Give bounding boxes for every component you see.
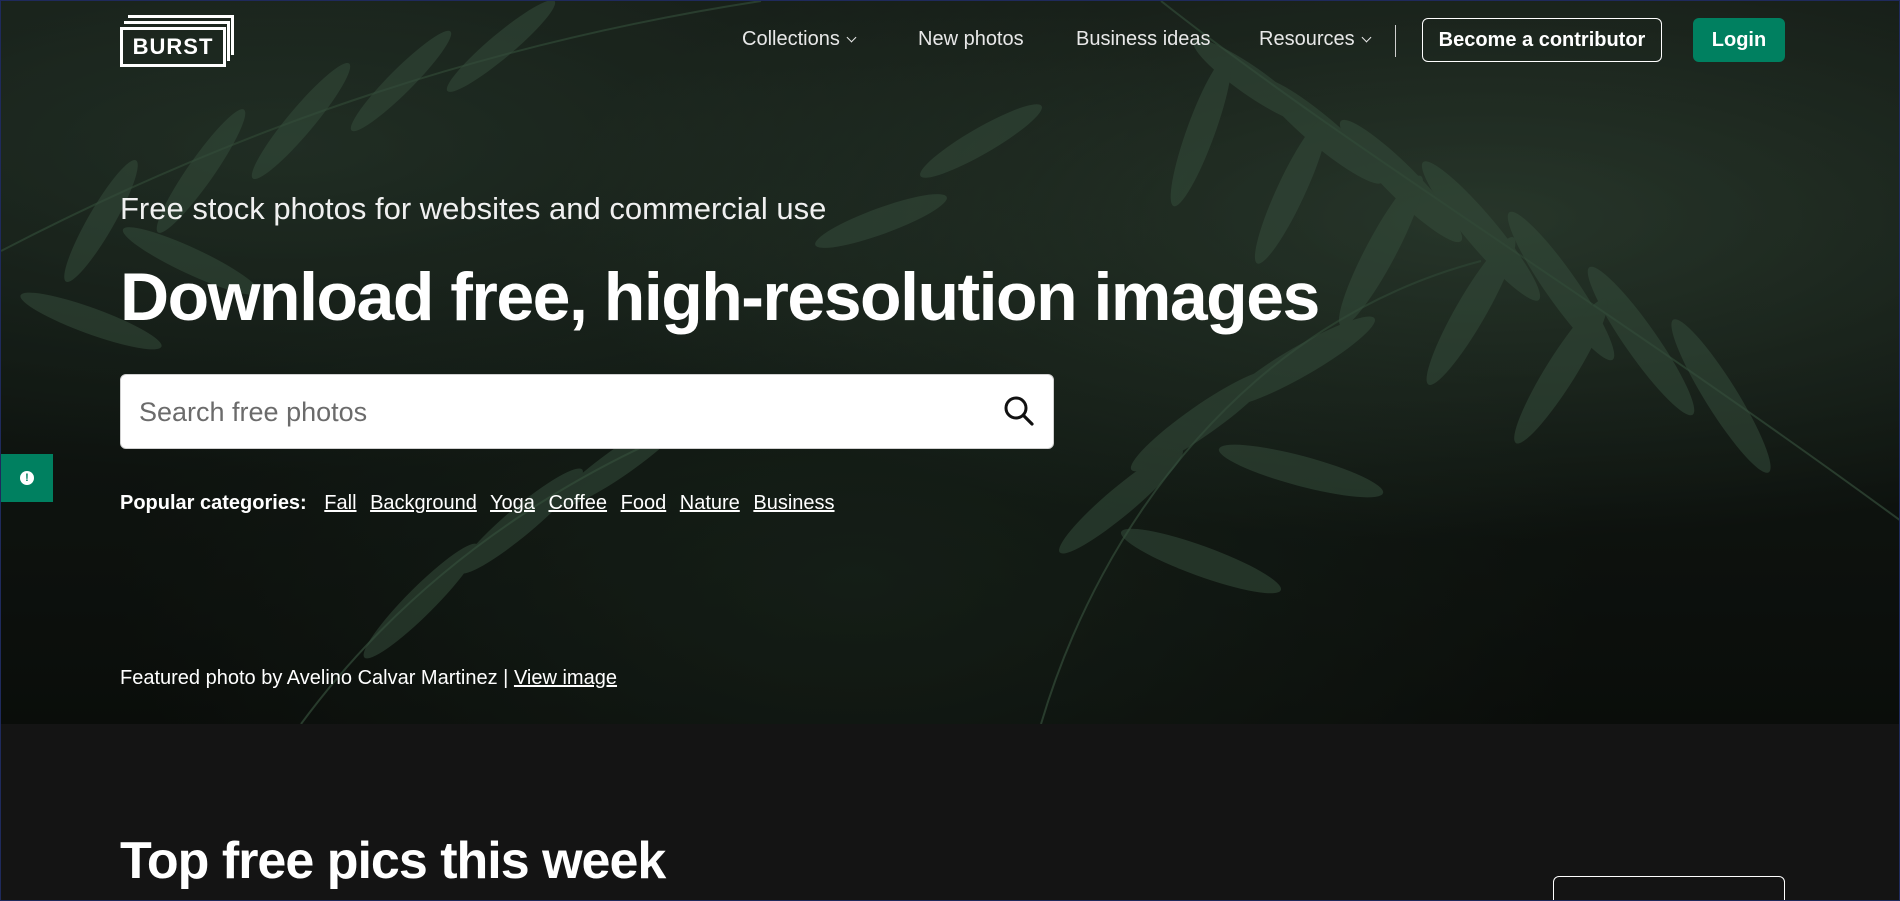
category-link-business[interactable]: Business [753, 492, 834, 514]
featured-photo-credit: Featured photo by Avelino Calvar Martine… [120, 667, 617, 690]
nav-resources[interactable]: Resources [1259, 28, 1372, 51]
page: BURST Collections New photos Business id… [0, 0, 1900, 901]
chevron-down-icon [1361, 32, 1372, 43]
search-bar [120, 374, 1054, 450]
category-link-background[interactable]: Background [370, 492, 477, 514]
logo-text: BURST [120, 27, 226, 67]
burst-logo[interactable]: BURST [120, 15, 236, 67]
category-link-nature[interactable]: Nature [680, 492, 740, 514]
nav-resources-label: Resources [1259, 28, 1355, 50]
category-link-yoga[interactable]: Yoga [490, 492, 535, 514]
hero-subtitle: Free stock photos for websites and comme… [120, 191, 827, 226]
nav-new-photos[interactable]: New photos [918, 28, 1024, 51]
nav-business-ideas[interactable]: Business ideas [1076, 28, 1211, 51]
nav-divider [1395, 25, 1396, 57]
category-link-food[interactable]: Food [621, 492, 667, 514]
featured-credit-text: Featured photo by Avelino Calvar Martine… [120, 667, 509, 689]
nav-collections-label: Collections [742, 28, 840, 50]
category-link-coffee[interactable]: Coffee [548, 492, 607, 514]
search-input[interactable] [137, 375, 971, 450]
view-image-link[interactable]: View image [514, 667, 617, 689]
nav-collections[interactable]: Collections [742, 28, 857, 51]
popular-categories: Popular categories: Fall Background Yoga… [120, 492, 843, 515]
category-link-fall[interactable]: Fall [324, 492, 356, 514]
feedback-tab[interactable]: ! [1, 454, 53, 502]
popular-categories-label: Popular categories: [120, 492, 307, 514]
section-action-button[interactable] [1553, 876, 1785, 900]
become-contributor-button[interactable]: Become a contributor [1422, 18, 1662, 62]
chevron-down-icon [846, 32, 857, 43]
login-button[interactable]: Login [1693, 18, 1785, 62]
hero-banner: BURST Collections New photos Business id… [1, 1, 1899, 724]
search-icon[interactable] [1001, 393, 1037, 429]
hero-headline: Download free, high-resolution images [120, 259, 1320, 335]
feedback-icon: ! [20, 471, 34, 485]
fern-background-image [1, 1, 1899, 724]
section-title: Top free pics this week [120, 832, 666, 890]
